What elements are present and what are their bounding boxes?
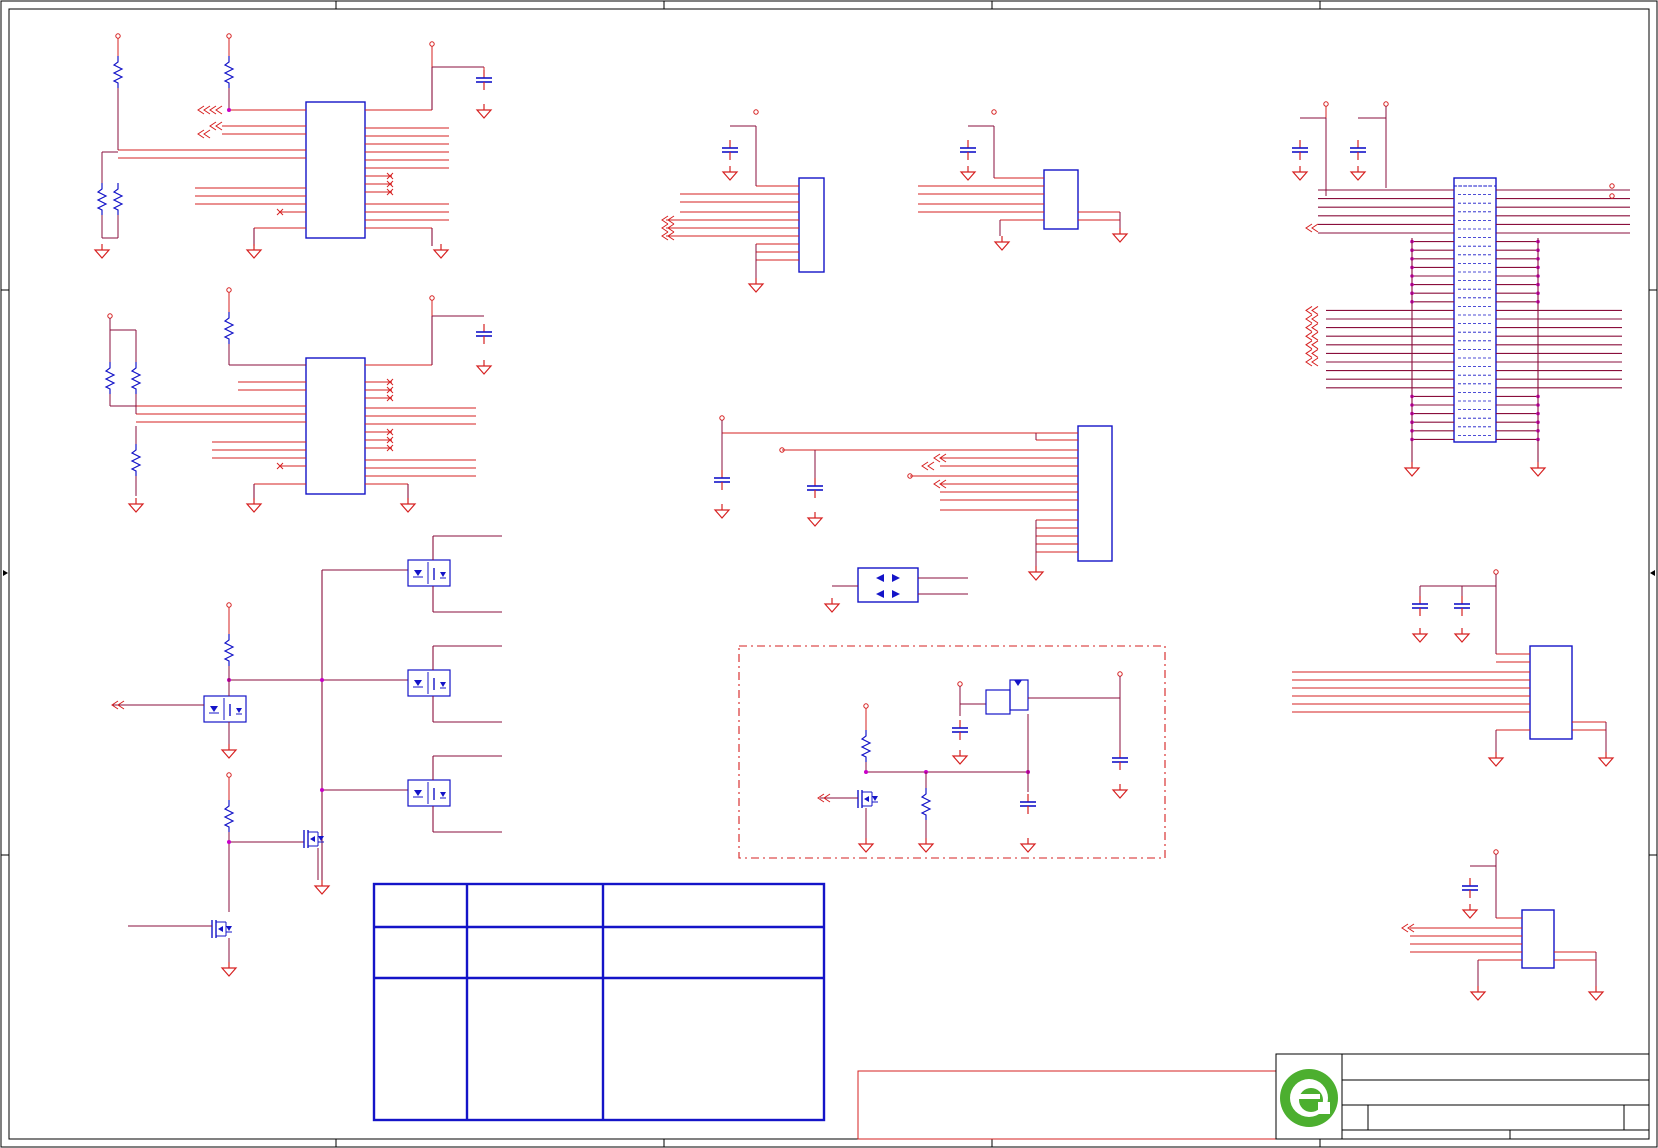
off-sheet-connector-icon bbox=[1305, 340, 1319, 350]
power-stage-region bbox=[738, 645, 1166, 859]
off-sheet-connector-icon bbox=[1305, 305, 1319, 315]
connector-header-2x30[interactable] bbox=[1291, 101, 1630, 477]
dual-diode-block bbox=[824, 567, 968, 613]
ic-u2[interactable] bbox=[136, 295, 493, 513]
resistor-network-u2 bbox=[105, 287, 306, 513]
ic-u1[interactable] bbox=[118, 41, 493, 259]
off-sheet-connector-icon bbox=[1305, 357, 1319, 367]
off-sheet-connector-icon bbox=[1305, 314, 1319, 324]
resistor-network-u1 bbox=[94, 33, 234, 259]
schematic-sheet bbox=[0, 0, 1658, 1148]
off-sheet-connector-icon bbox=[1305, 323, 1319, 333]
optocoupler-icon bbox=[407, 559, 451, 587]
off-sheet-connector-icon bbox=[1305, 331, 1319, 341]
sheet-frame bbox=[0, 0, 1658, 1148]
ic-u3[interactable] bbox=[918, 109, 1128, 251]
ic-u5[interactable] bbox=[1292, 569, 1614, 767]
mosfet-icon bbox=[303, 829, 325, 849]
optocoupler-section bbox=[111, 535, 502, 977]
ground-icon bbox=[246, 243, 262, 259]
ic-u4[interactable] bbox=[713, 415, 1113, 581]
connector-j1[interactable] bbox=[661, 109, 825, 293]
info-table bbox=[372, 882, 826, 1122]
title-block bbox=[857, 1053, 1650, 1140]
off-sheet-connector-icon bbox=[1305, 348, 1319, 358]
company-logo-icon bbox=[1280, 1069, 1338, 1127]
ic-u6[interactable] bbox=[1401, 849, 1604, 1001]
